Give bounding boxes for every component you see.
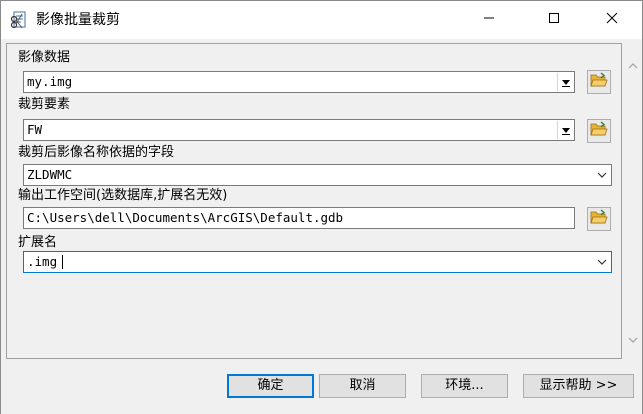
clip-features-browse-button[interactable] [587,119,611,143]
chevron-down-icon[interactable] [557,73,573,91]
environments-button[interactable]: 环境... [421,374,508,398]
dialog-button-bar: 确定 取消 环境... 显示帮助 >> [1,366,642,414]
text-caret [62,255,63,269]
image-data-browse-button[interactable] [587,70,611,94]
chevron-up-icon[interactable] [624,57,641,74]
tool-dialog-window: 影像批量裁剪 影像数据 my.img 裁剪要素 FW 裁剪后影像名称依据的字段 … [0,0,643,414]
open-folder-icon [590,209,608,229]
output-workspace-value: C:\Users\dell\Documents\ArcGIS\Default.g… [27,210,344,225]
minimize-icon [483,12,495,28]
image-data-label: 影像数据 [18,50,71,65]
window-title: 影像批量裁剪 [36,12,120,28]
chevron-down-icon[interactable] [557,121,573,139]
name-field-label: 裁剪后影像名称依据的字段 [18,145,175,160]
chevron-down-icon[interactable] [624,331,641,348]
open-folder-icon [590,121,608,141]
extension-combobox[interactable]: .img [23,251,612,273]
extension-value: .img [27,254,58,269]
output-workspace-input[interactable]: C:\Users\dell\Documents\ArcGIS\Default.g… [23,207,575,229]
vertical-scrollbar[interactable] [624,43,641,353]
maximize-icon [548,12,560,28]
open-folder-icon [590,72,608,92]
cancel-button[interactable]: 取消 [319,374,406,398]
output-workspace-browse-button[interactable] [587,207,611,231]
show-help-button[interactable]: 显示帮助 >> [523,374,634,398]
chevron-down-icon[interactable] [594,166,610,184]
clip-features-value: FW [27,122,43,137]
ok-button[interactable]: 确定 [227,374,314,398]
output-workspace-label: 输出工作空间(选数据库,扩展名无效) [18,188,228,203]
chevron-down-icon[interactable] [594,253,610,271]
extension-label: 扩展名 [18,235,58,250]
name-field-combobox[interactable]: ZLDWMC [23,164,612,186]
name-field-value: ZLDWMC [27,167,73,182]
close-icon [606,12,618,28]
clip-features-label: 裁剪要素 [18,97,71,112]
image-data-value: my.img [27,74,73,89]
image-data-dropdown[interactable]: my.img [23,71,575,93]
close-button[interactable] [589,1,635,39]
minimize-button[interactable] [466,1,512,39]
title-bar[interactable]: 影像批量裁剪 [1,1,642,39]
clip-features-dropdown[interactable]: FW [23,119,575,141]
scissors-document-icon [10,10,28,30]
maximize-button[interactable] [531,1,577,39]
